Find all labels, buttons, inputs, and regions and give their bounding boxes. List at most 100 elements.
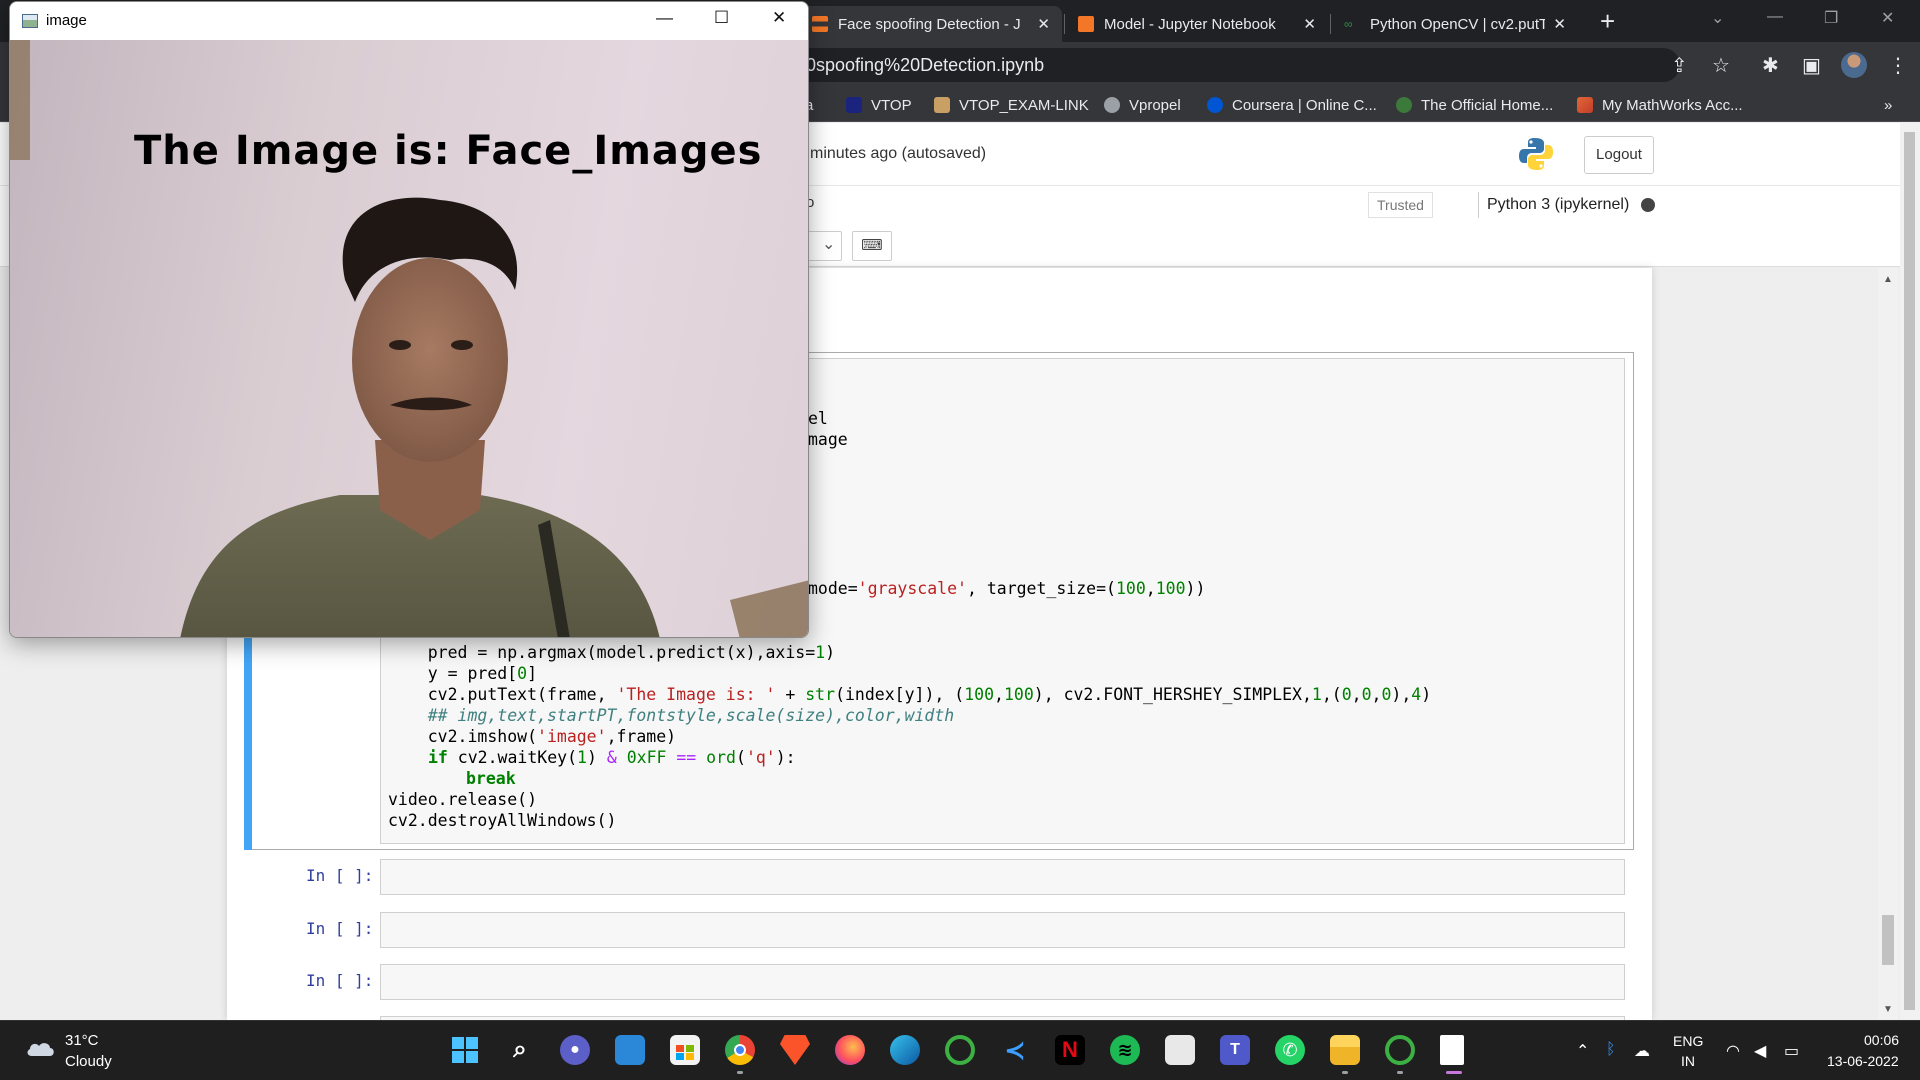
bookmark-label: VTOP [871,96,912,114]
close-tab-icon[interactable]: ✕ [1037,15,1050,33]
code-line: cv2.imshow('image',frame) [388,727,677,746]
code-line: el [808,409,828,428]
bookmark-mathworks[interactable]: My MathWorks Acc... [1577,94,1743,116]
netflix-icon[interactable]: N [1055,1035,1085,1065]
battery-icon[interactable]: ▭ [1784,1041,1799,1061]
maximize-icon[interactable]: ☐ [714,8,729,28]
language-indicator[interactable]: ENG [1673,1033,1703,1049]
bookmark-vtop-exam[interactable]: VTOP_EXAM-LINK [934,94,1089,116]
region-indicator[interactable]: IN [1681,1053,1695,1069]
scroll-down-icon[interactable]: ▼ [1883,1004,1893,1015]
edge-icon[interactable] [890,1035,920,1065]
extensions-icon[interactable]: ✱ [1762,53,1779,78]
chevron-down-icon[interactable]: ⌄ [822,234,835,254]
kernel-busy-indicator [1641,198,1655,212]
close-icon[interactable]: ✕ [772,8,786,28]
windows-start-icon[interactable] [450,1035,480,1065]
tab-model-notebook[interactable]: Model - Jupyter Notebook ✕ [1066,6,1328,42]
running-indicator [1342,1071,1348,1074]
save-status: minutes ago (autosaved) [810,145,987,162]
vtop-icon [846,97,862,113]
share-icon[interactable]: ⇪ [1671,53,1688,78]
cell-prompt: In [ ]: [306,971,374,990]
notebook-icon [1078,16,1094,32]
snipping-tool-icon[interactable] [1165,1035,1195,1065]
onedrive-icon[interactable]: ☁ [1634,1041,1650,1061]
bookmark-vtop[interactable]: VTOP [846,94,912,116]
clock-time[interactable]: 00:06 [1864,1032,1899,1048]
whatsapp-icon[interactable]: ✆ [1275,1035,1305,1065]
chat-icon[interactable]: ● [560,1035,590,1065]
empty-code-cell[interactable] [380,912,1625,948]
empty-code-cell[interactable] [380,964,1625,1000]
bluetooth-icon[interactable]: ᛒ [1606,1041,1616,1059]
teams-icon[interactable]: T [1220,1035,1250,1065]
running-indicator [1397,1071,1403,1074]
code-line: cv2.putText(frame, 'The Image is: ' + st… [388,685,1432,704]
python-logo-icon [1519,138,1553,170]
volume-icon[interactable]: ◀ [1754,1041,1766,1061]
minimize-icon[interactable]: — [1767,8,1783,26]
cloud-weather-icon[interactable] [24,1037,56,1057]
weather-temperature[interactable]: 31°C [65,1032,99,1049]
chrome-menu-icon[interactable]: ⋮ [1888,53,1908,78]
bookmark-official-home[interactable]: The Official Home... [1396,94,1553,116]
mathworks-icon [1577,97,1593,113]
document-icon[interactable] [1440,1035,1464,1065]
bookmarks-overflow-button[interactable]: » [1884,94,1892,116]
empty-code-cell[interactable] [380,859,1625,895]
bookmark-coursera[interactable]: Coursera | Online C... [1207,94,1377,116]
spotify-icon[interactable]: ≋ [1110,1035,1140,1065]
notebook-scrollbar[interactable] [1878,268,1898,1020]
tab-title: Python OpenCV | cv2.putTe [1370,15,1546,33]
weather-condition[interactable]: Cloudy [65,1053,112,1070]
running-indicator [737,1071,743,1074]
bookmark-label: Coursera | Online C... [1232,96,1377,114]
desktop-icon[interactable] [615,1035,645,1065]
bookmark-vpropel[interactable]: Vpropel [1104,94,1181,116]
code-line: video.release() [388,790,538,809]
restore-icon[interactable]: ❐ [1824,8,1838,28]
tab-separator [1330,14,1331,34]
code-line: cv2.destroyAllWindows() [388,811,617,830]
chrome-icon[interactable] [725,1035,755,1065]
close-tab-icon[interactable]: ✕ [1303,15,1316,33]
app-ring-icon[interactable] [945,1035,975,1065]
vscode-icon[interactable]: ≺ [1000,1035,1030,1065]
tab-search-chevron-icon[interactable]: ⌄ [1711,8,1724,28]
trusted-indicator[interactable]: Trusted [1368,192,1433,218]
kernel-name[interactable]: Python 3 (ipykernel) [1478,192,1629,218]
tab-face-spoofing[interactable]: Face spoofing Detection - J ✕ [800,6,1062,42]
clock-date[interactable]: 13-06-2022 [1827,1053,1899,1069]
app-ring-icon-2[interactable] [1385,1035,1415,1065]
file-explorer-icon[interactable] [1330,1035,1360,1065]
side-panel-icon[interactable]: ▣ [1802,53,1821,78]
code-line: y = pred[0] [388,664,538,683]
notebook-scrollbar-thumb[interactable] [1882,915,1894,965]
close-window-icon[interactable]: ✕ [1881,8,1894,28]
bookmark-label: My MathWorks Acc... [1602,96,1743,114]
profile-avatar[interactable] [1841,52,1867,78]
wifi-icon[interactable]: ◠ [1726,1041,1740,1061]
store-icon[interactable] [670,1035,700,1065]
search-icon[interactable]: ⌕ [505,1035,535,1065]
bookmark-star-icon[interactable]: ☆ [1712,53,1730,78]
chevron-up-icon[interactable]: ⌃ [1576,1041,1589,1061]
new-tab-button[interactable]: + [1600,6,1615,36]
keyboard-icon[interactable]: ⌨ [852,231,892,261]
cell-prompt: In [ ]: [306,919,374,938]
gfg-icon: ∞ [1344,17,1353,31]
page-scrollbar-thumb[interactable] [1904,132,1915,1010]
minimize-icon[interactable]: — [656,8,673,28]
firefox-icon[interactable] [835,1035,865,1065]
logout-button[interactable]: Logout [1584,136,1654,174]
tab-opencv-puttext[interactable]: ∞ Python OpenCV | cv2.putTe ✕ [1332,6,1578,42]
opencv-image-window[interactable]: image — ☐ ✕ The Image is: Face_Images [9,1,809,638]
close-tab-icon[interactable]: ✕ [1553,15,1566,33]
code-comment: ## img,text,startPT,fontstyle,scale(size… [388,706,955,725]
address-bar[interactable]: 0spoofing%20Detection.ipynb [790,48,1680,82]
scroll-up-icon[interactable]: ▲ [1883,274,1893,285]
active-indicator [1446,1071,1462,1074]
window-app-icon [22,14,38,28]
window-titlebar[interactable]: image — ☐ ✕ [10,2,808,40]
